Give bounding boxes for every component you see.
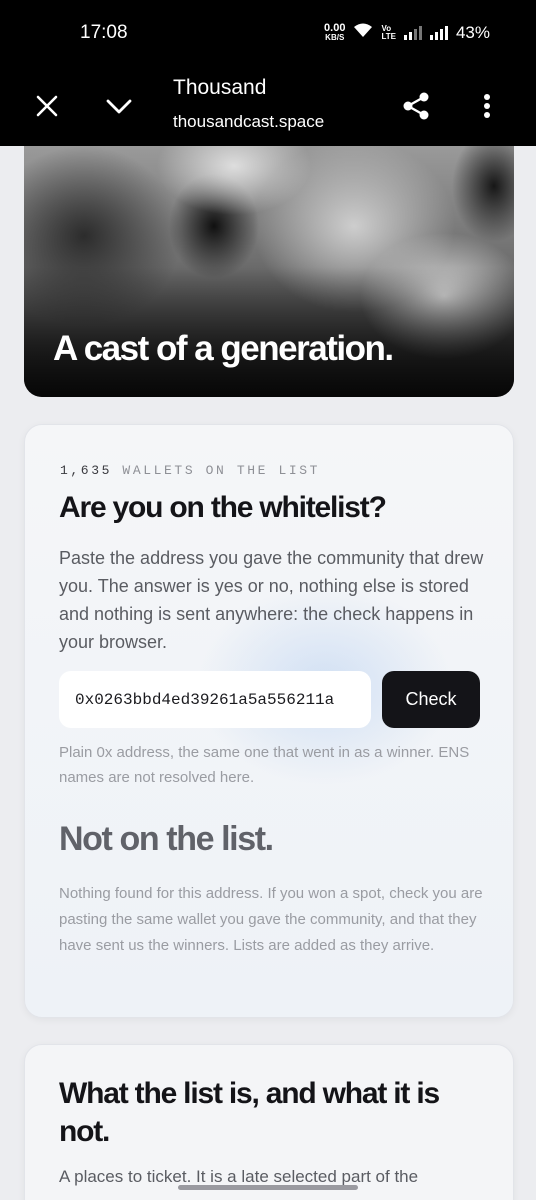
whitelist-check-card: 1,635 WALLETS ON THE LIST Are you on the…: [24, 424, 514, 1018]
check-button[interactable]: Check: [382, 671, 480, 728]
net-speed-value: 0.00: [324, 21, 346, 34]
address-hint: Plain 0x address, the same one that went…: [59, 744, 470, 786]
result-description: Nothing found for this address. If you w…: [59, 885, 483, 954]
status-icons: 0.00 KB/S Vo LTE 43%: [324, 22, 490, 43]
result-title: Not on the list.: [59, 820, 274, 858]
whitelist-heading: Are you on the whitelist?: [59, 491, 387, 524]
page: 17:08 0.00 KB/S Vo LTE 43% Thousand thou…: [0, 0, 536, 1200]
minimize-button[interactable]: [99, 86, 139, 126]
wallet-count-caption: WALLETS ON THE LIST: [122, 463, 321, 478]
signal-icon: [429, 25, 448, 40]
hero-image: A cast of a generation.: [24, 146, 514, 397]
browser-toolbar: Thousand thousandcast.space: [0, 66, 536, 146]
net-speed: 0.00 KB/S: [324, 21, 346, 42]
info-heading: What the list is, and what it is not.: [59, 1077, 440, 1148]
whitelist-description: Paste the address you gave the community…: [59, 548, 484, 652]
more-vert-icon: [484, 94, 490, 118]
wallet-count: 1,635: [60, 463, 113, 478]
hero-headline: A cast of a generation.: [53, 329, 394, 368]
volte-bottom: LTE: [381, 31, 396, 41]
wifi-icon: [353, 22, 373, 43]
wallet-address-input[interactable]: [59, 671, 371, 728]
close-icon: [36, 95, 58, 117]
share-icon: [403, 92, 429, 120]
net-speed-unit: KB/S: [325, 32, 345, 42]
more-options-button[interactable]: [467, 86, 507, 126]
status-time: 17:08: [80, 22, 128, 43]
close-button[interactable]: [27, 86, 67, 126]
battery-percent: 43%: [455, 22, 490, 42]
signal-icon: [403, 25, 422, 40]
info-card: What the list is, and what it is not. A …: [24, 1044, 514, 1200]
gesture-bar[interactable]: [178, 1185, 358, 1190]
volte-indicator: Vo LTE: [381, 24, 396, 41]
status-bar: 17:08 0.00 KB/S Vo LTE 43%: [0, 0, 536, 66]
page-url[interactable]: thousandcast.space: [173, 112, 324, 132]
share-button[interactable]: [396, 86, 436, 126]
page-title: Thousand: [173, 76, 267, 99]
wallet-count-label: 1,635 WALLETS ON THE LIST: [60, 463, 320, 478]
info-text: A places to ticket. It is a late selecte…: [59, 1167, 419, 1186]
chevron-down-icon: [106, 99, 132, 114]
